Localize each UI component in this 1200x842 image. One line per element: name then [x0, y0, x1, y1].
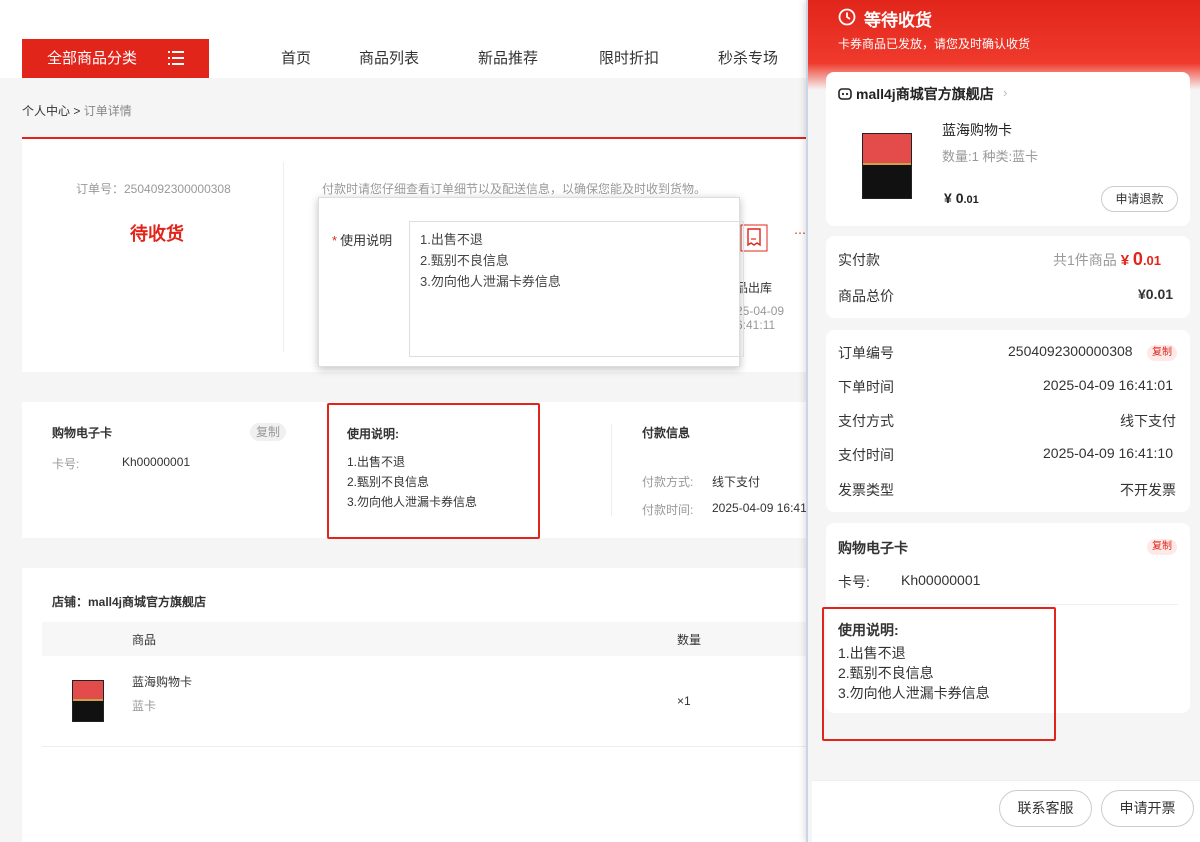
required-mark: *	[332, 233, 338, 248]
order-time-label: 下单时间	[838, 379, 894, 395]
contact-service-button[interactable]: 联系客服	[999, 790, 1092, 827]
nav-home[interactable]: 首页	[281, 49, 311, 69]
clock-icon	[838, 8, 856, 26]
product-thumbnail[interactable]	[72, 680, 104, 722]
mobile-product-price: ¥ 0.01	[944, 190, 979, 206]
payment-time-label: 付款时间:	[642, 503, 694, 517]
pay-method-label: 支付方式	[838, 413, 894, 429]
order-status: 待收货	[130, 224, 184, 244]
shop-icon	[838, 88, 852, 100]
product-quantity: ×1	[677, 694, 691, 708]
col-product: 商品	[132, 633, 157, 647]
total-value: ¥0.01	[1138, 286, 1174, 302]
mobile-product-thumbnail[interactable]	[862, 133, 912, 199]
paid-int: 0	[1132, 249, 1143, 269]
payment-method: 线下支付	[712, 475, 761, 489]
card-number: Kh00000001	[122, 455, 191, 469]
product-name[interactable]: 蓝海购物卡	[132, 673, 192, 690]
shop-name[interactable]: 店铺：mall4j商城官方旗舰店	[52, 593, 206, 610]
mobile-shop-name[interactable]: mall4j商城官方旗舰店	[856, 84, 994, 104]
breadcrumb: 个人中心 > 订单详情	[22, 102, 132, 119]
price-symbol: ¥	[944, 190, 952, 206]
usage-textarea[interactable]: 1.出售不退 2.甄别不良信息 3.勿向他人泄漏卡券信息	[409, 221, 744, 357]
all-categories-button[interactable]: 全部商品分类	[22, 39, 209, 78]
price-dec: .01	[963, 194, 979, 206]
usage-line: 2.甄别不良信息	[420, 253, 509, 268]
card-number-label: 卡号:	[52, 457, 80, 471]
paid-label: 实付款	[838, 252, 880, 268]
order-number: 订单号：2504092300000308	[76, 182, 231, 196]
pay-time: 2025-04-09 16:41:10	[1043, 445, 1173, 461]
payment-method-label: 付款方式:	[642, 475, 694, 489]
product-spec: 蓝卡	[132, 699, 157, 713]
col-quantity: 数量	[677, 633, 702, 647]
divider	[42, 746, 810, 747]
breadcrumb-current: 订单详情	[83, 104, 132, 118]
all-categories-label: 全部商品分类	[47, 50, 138, 67]
paid-count: 共1件商品	[1053, 252, 1117, 268]
menu-icon	[168, 51, 184, 65]
order-no: 2504092300000308	[1008, 343, 1133, 359]
copy-button[interactable]: 复制	[1147, 345, 1177, 361]
copy-button[interactable]: 复制	[250, 423, 286, 441]
order-tip: 付款时请您仔细查看订单细节以及配送信息，以确保您能及时收到货物。	[322, 182, 707, 196]
usage-instructions-popup: * 使用说明 1.出售不退 2.甄别不良信息 3.勿向他人泄漏卡券信息	[318, 197, 744, 367]
card-number-label: 卡号:	[838, 574, 870, 590]
mobile-status-sub: 卡券商品已发放，请您及时确认收货	[838, 37, 1031, 51]
paid-summary: 共1件商品 ¥ 0.01	[1053, 249, 1161, 270]
order-time: 2025-04-09 16:41:01	[1043, 377, 1173, 393]
payment-title: 付款信息	[642, 426, 691, 440]
ecard-title: 购物电子卡	[52, 426, 113, 440]
total-label: 商品总价	[838, 288, 894, 304]
pay-time-label: 支付时间	[838, 447, 894, 463]
mobile-product-name[interactable]: 蓝海购物卡	[942, 120, 1012, 140]
divider	[838, 604, 1178, 605]
divider	[611, 424, 612, 516]
invoice-type: 不开发票	[1120, 482, 1176, 498]
usage-line: 3.勿向他人泄漏卡券信息	[420, 274, 561, 289]
invoice-label: 发票类型	[838, 482, 894, 498]
nav-new-arrivals[interactable]: 新品推荐	[478, 49, 538, 69]
card-number: Kh00000001	[901, 572, 981, 588]
payment-time: 2025-04-09 16:41	[712, 501, 807, 515]
ecard-title: 购物电子卡	[838, 540, 908, 556]
usage-label-text: 使用说明	[340, 233, 393, 248]
mobile-product-spec: 数量:1 种类:蓝卡	[942, 149, 1039, 164]
order-no-label: 订单编号	[838, 345, 894, 361]
nav-discounts[interactable]: 限时折扣	[599, 49, 659, 69]
paid-symbol: ¥	[1120, 252, 1130, 269]
mobile-status: 等待收货	[864, 11, 932, 30]
highlight-box	[822, 607, 1056, 741]
receipt-icon	[740, 224, 768, 252]
pay-method: 线下支付	[1120, 413, 1176, 429]
chevron-right-icon: ›	[1003, 85, 1008, 100]
breadcrumb-home[interactable]: 个人中心	[22, 104, 70, 118]
request-invoice-button[interactable]: 申请开票	[1101, 790, 1194, 827]
highlight-box	[327, 403, 540, 539]
breadcrumb-separator: >	[73, 104, 81, 118]
nav-product-list[interactable]: 商品列表	[359, 49, 419, 69]
nav-flash-sale[interactable]: 秒杀专场	[718, 49, 778, 69]
usage-field-label: * 使用说明	[332, 230, 392, 249]
usage-line: 1.出售不退	[420, 232, 483, 247]
divider	[283, 162, 284, 352]
step-progress-dots: ⋯	[794, 226, 806, 240]
refund-button[interactable]: 申请退款	[1101, 186, 1178, 212]
paid-dec: .01	[1142, 253, 1162, 268]
copy-button[interactable]: 复制	[1147, 539, 1177, 555]
